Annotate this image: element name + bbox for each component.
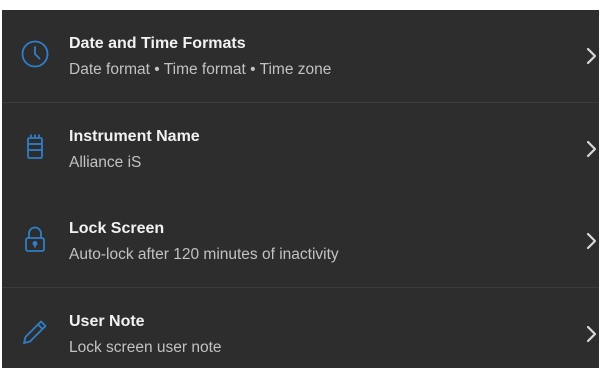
chevron-right-icon[interactable] [585,231,599,251]
settings-item-title: Instrument Name [69,128,200,145]
settings-item-user-note[interactable]: User Note Lock screen user note [2,288,599,368]
settings-list: Date and Time Formats Date format • Time… [2,10,599,368]
settings-item-subtitle: Alliance iS [69,154,142,171]
settings-item-subtitle: Auto-lock after 120 minutes of inactivit… [69,246,339,263]
instrument-icon [20,132,50,162]
settings-item-subtitle: Date format • Time format • Time zone [69,61,332,78]
settings-item-title: User Note [69,313,145,330]
settings-item-subtitle: Lock screen user note [69,339,222,356]
settings-item-title: Date and Time Formats [69,35,246,52]
settings-item-lock-screen[interactable]: Lock Screen Auto-lock after 120 minutes … [2,195,599,288]
clock-icon [20,39,50,69]
chevron-right-icon[interactable] [585,139,599,159]
pencil-icon [20,317,50,347]
settings-item-title: Lock Screen [69,220,165,237]
settings-item-instrument-name[interactable]: Instrument Name Alliance iS [2,103,599,196]
settings-item-date-time-formats[interactable]: Date and Time Formats Date format • Time… [2,10,599,103]
chevron-right-icon[interactable] [585,324,599,344]
lock-icon [20,224,50,254]
chevron-right-icon[interactable] [585,46,599,66]
